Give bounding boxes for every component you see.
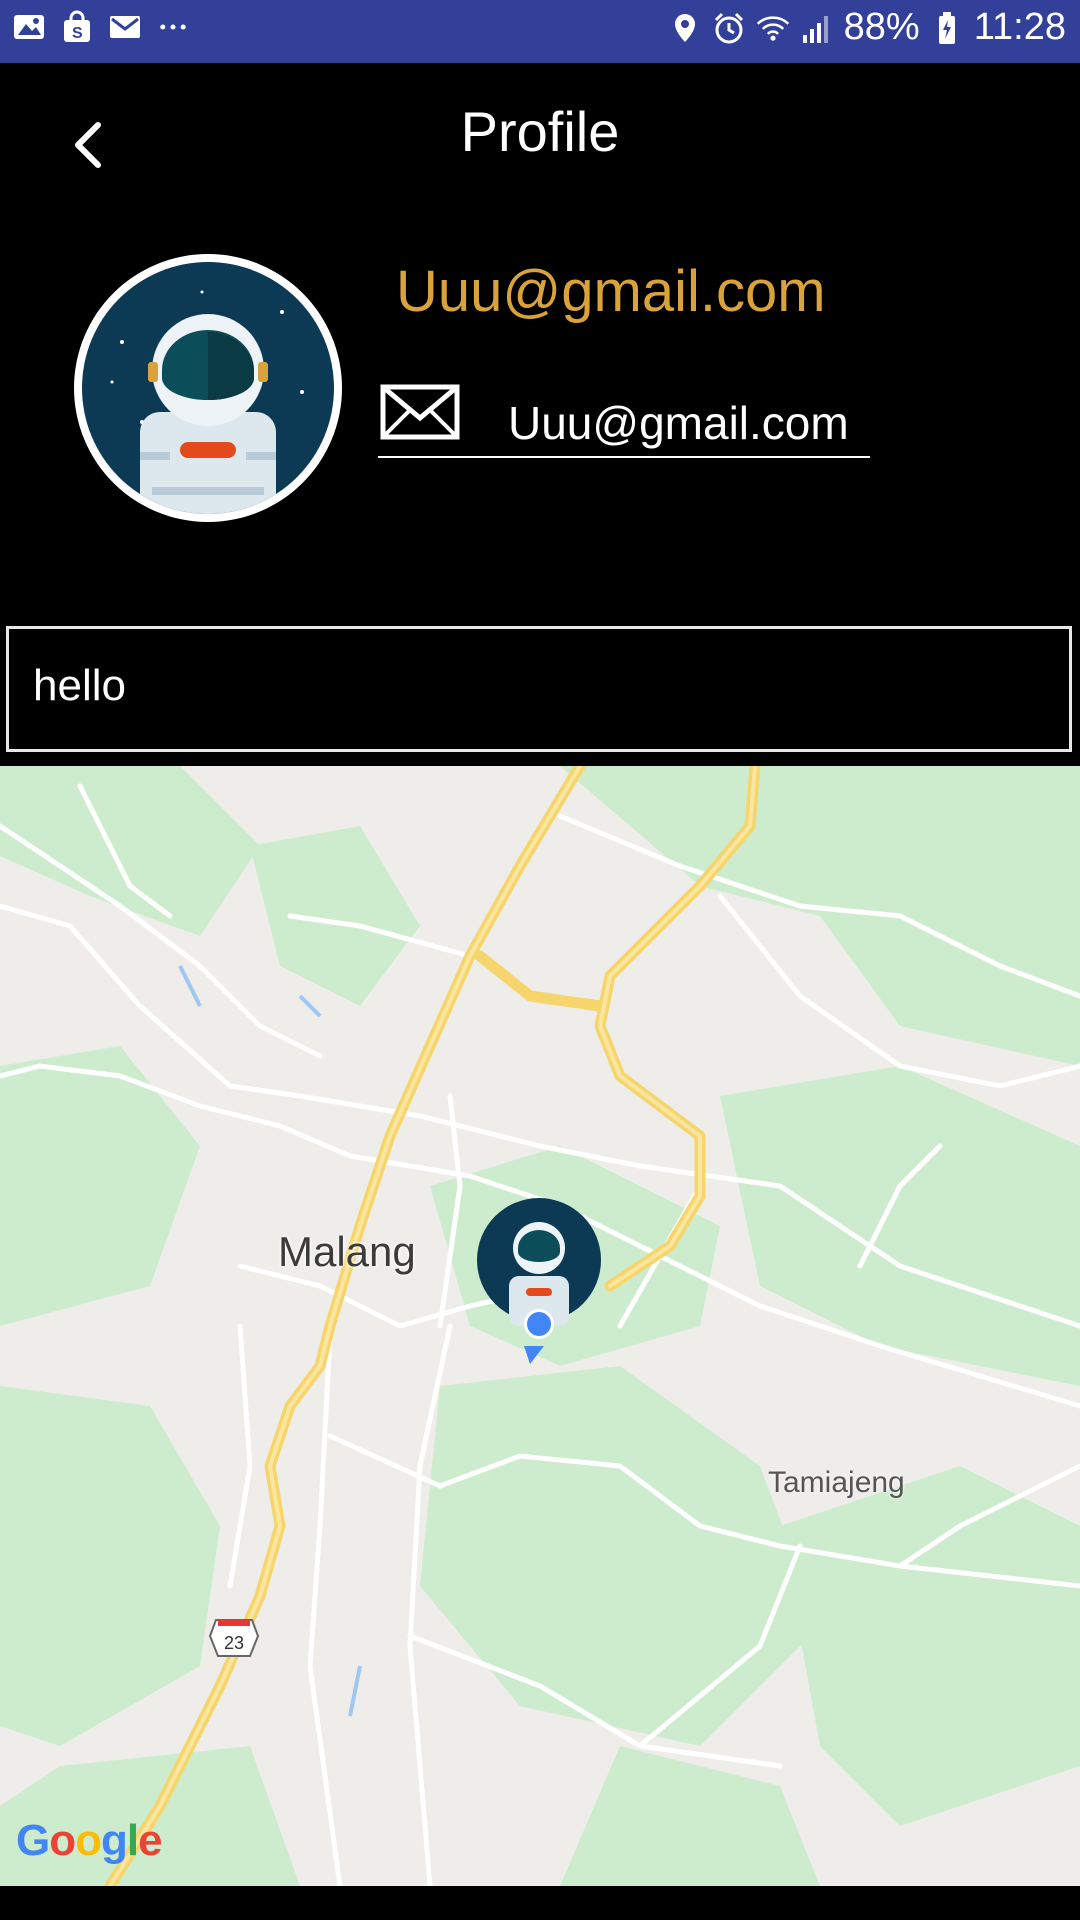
location-icon — [674, 13, 695, 42]
wifi-icon — [756, 15, 789, 41]
system-icons: 88% 11:28 — [668, 6, 1066, 49]
google-logo: Google — [16, 1816, 163, 1865]
clock: 11:28 — [973, 6, 1066, 48]
map-label-place: Tamiajeng — [768, 1466, 905, 1499]
status-message-input[interactable]: hello — [6, 626, 1072, 752]
signal-icon — [802, 15, 828, 43]
page-title: Profile — [460, 100, 620, 163]
status-message-text: hello — [33, 661, 126, 710]
notification-icons: S — [12, 10, 190, 44]
envelope-icon — [380, 384, 460, 440]
app-bar: Profile — [0, 63, 1080, 198]
battery-percent: 88% — [843, 6, 920, 48]
status-bar: S 88% 11:28 — [0, 0, 1080, 63]
display-name: Uuu@gmail.com — [396, 259, 826, 324]
map-view[interactable]: 23 Malang Tamiajeng Google — [0, 766, 1080, 1886]
map-canvas: 23 — [0, 766, 1080, 1886]
nav-bar-strip — [0, 1886, 1080, 1920]
email-field[interactable]: Uuu@gmail.com — [378, 376, 870, 458]
more-icon — [160, 24, 186, 30]
gallery-icon — [14, 15, 44, 39]
alarm-icon — [714, 12, 743, 43]
map-label-city: Malang — [278, 1228, 416, 1275]
battery-icon — [938, 11, 955, 44]
mail-icon — [110, 16, 140, 38]
shopping-icon: S — [64, 10, 90, 42]
avatar[interactable] — [74, 254, 342, 522]
astronaut-avatar-icon — [82, 262, 334, 514]
current-location-dot-icon — [527, 1312, 551, 1336]
email-value: Uuu@gmail.com — [508, 397, 849, 449]
profile-header: Uuu@gmail.com Uuu@gmail.com — [0, 198, 1080, 610]
svg-text:S: S — [72, 25, 83, 42]
route-shield-label: 23 — [224, 1633, 244, 1653]
